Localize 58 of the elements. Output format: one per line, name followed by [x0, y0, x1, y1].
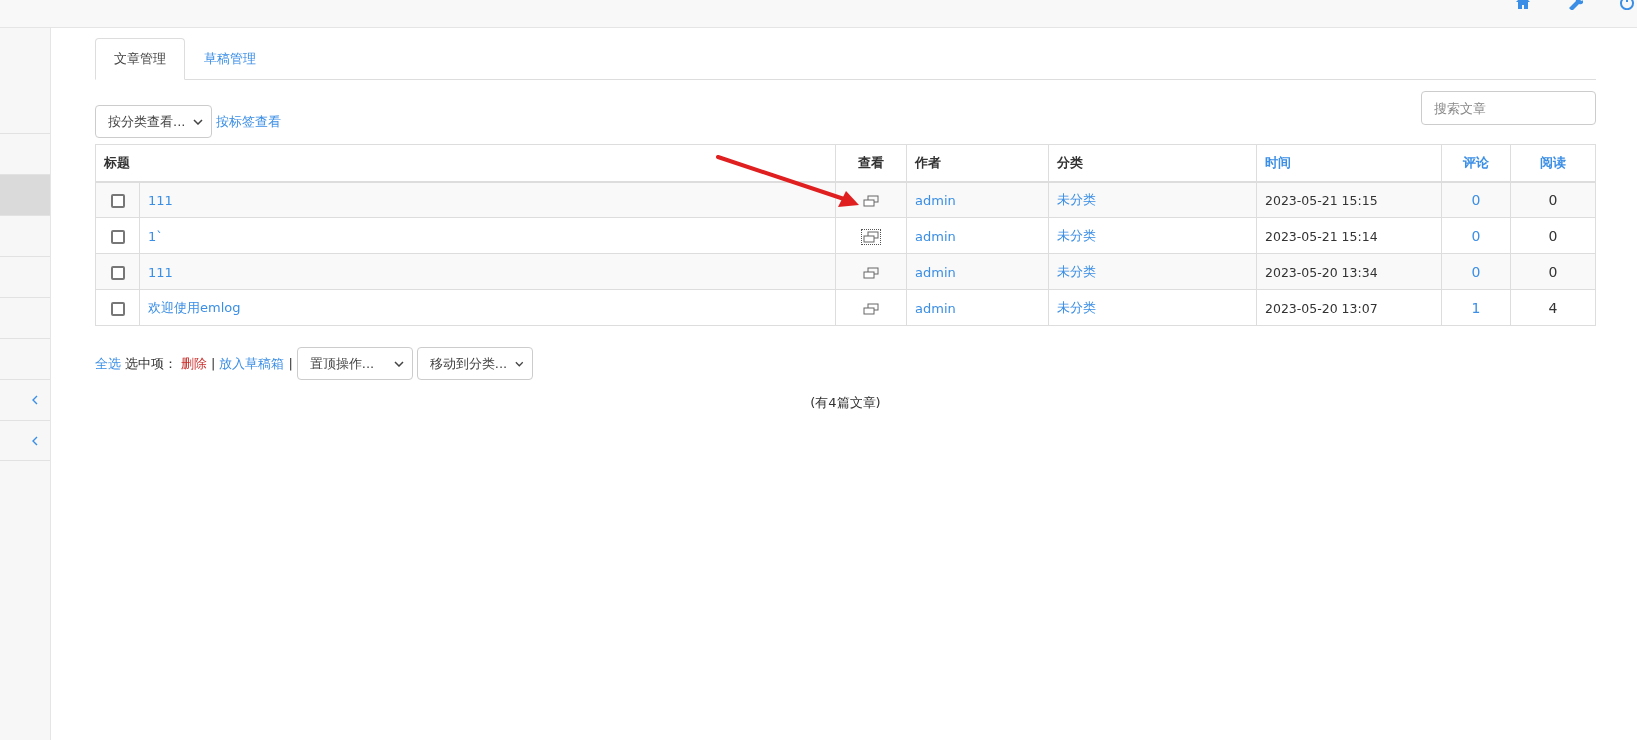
view-window-icon[interactable]: [862, 229, 880, 244]
to-drafts-link[interactable]: 放入草稿箱: [219, 354, 285, 373]
tab[interactable]: 文章管理: [95, 38, 185, 80]
category-link[interactable]: 未分类: [1057, 227, 1096, 243]
column-header[interactable]: 时间: [1256, 144, 1442, 182]
view-count: 0: [1548, 263, 1558, 280]
caret-icon: [193, 118, 204, 125]
column-header: 作者: [906, 144, 1049, 182]
view-count: 0: [1548, 191, 1558, 208]
view-window-icon[interactable]: [862, 265, 880, 280]
view-count: 4: [1548, 299, 1558, 316]
row-checkbox[interactable]: [110, 265, 125, 280]
column-header: 分类: [1048, 144, 1257, 182]
author-link[interactable]: admin: [915, 192, 956, 208]
column-header[interactable]: 阅读: [1510, 144, 1596, 182]
comment-count-link[interactable]: 1: [1471, 299, 1481, 316]
tab[interactable]: 草稿管理: [185, 38, 275, 80]
chevron-left-icon: [32, 435, 38, 446]
row-checkbox[interactable]: [110, 229, 125, 244]
column-header[interactable]: 评论: [1441, 144, 1511, 182]
caret-icon: [393, 360, 404, 367]
delete-link[interactable]: 删除: [181, 354, 207, 373]
author-link[interactable]: admin: [915, 228, 956, 244]
row-checkbox[interactable]: [110, 193, 125, 208]
column-header: 查看: [835, 144, 907, 182]
category-link[interactable]: 未分类: [1057, 263, 1096, 279]
view-window-icon[interactable]: [862, 301, 880, 316]
post-title-link[interactable]: 欢迎使用emlog: [148, 299, 241, 315]
selected-label: 选中项：: [125, 354, 177, 373]
separator-text: |: [288, 356, 293, 371]
tag-link[interactable]: 按标签查看: [216, 112, 282, 131]
time-text: 2023-05-21 15:14: [1265, 228, 1378, 244]
time-text: 2023-05-21 15:15: [1265, 192, 1378, 208]
category-select[interactable]: 按分类查看...: [95, 105, 213, 138]
time-text: 2023-05-20 13:07: [1265, 300, 1378, 316]
caret-icon: [515, 360, 524, 367]
author-link[interactable]: admin: [915, 300, 956, 316]
comment-count-link[interactable]: 0: [1471, 191, 1481, 208]
view-window-icon[interactable]: [862, 193, 880, 208]
post-count-text: (有4篇文章): [810, 395, 881, 410]
category-link[interactable]: 未分类: [1057, 299, 1096, 315]
column-header: 标题: [95, 144, 836, 182]
view-count: 0: [1548, 227, 1558, 244]
row-checkbox[interactable]: [110, 301, 125, 316]
chevron-left-icon: [32, 395, 38, 405]
time-text: 2023-05-20 13:34: [1265, 264, 1378, 280]
search-field[interactable]: 搜索文章: [1421, 91, 1596, 125]
select-all-link[interactable]: 全选: [95, 354, 121, 373]
move-select[interactable]: 移动到分类...: [416, 347, 533, 380]
separator-text: |: [211, 356, 216, 371]
post-title-link[interactable]: 111: [148, 192, 173, 208]
top-select[interactable]: 置顶操作...: [296, 347, 413, 380]
comment-count-link[interactable]: 0: [1471, 227, 1481, 244]
post-title-link[interactable]: 111: [148, 264, 173, 280]
author-link[interactable]: admin: [915, 264, 956, 280]
post-title-link[interactable]: 1`: [148, 228, 163, 244]
comment-count-link[interactable]: 0: [1471, 263, 1481, 280]
category-link[interactable]: 未分类: [1057, 191, 1096, 207]
